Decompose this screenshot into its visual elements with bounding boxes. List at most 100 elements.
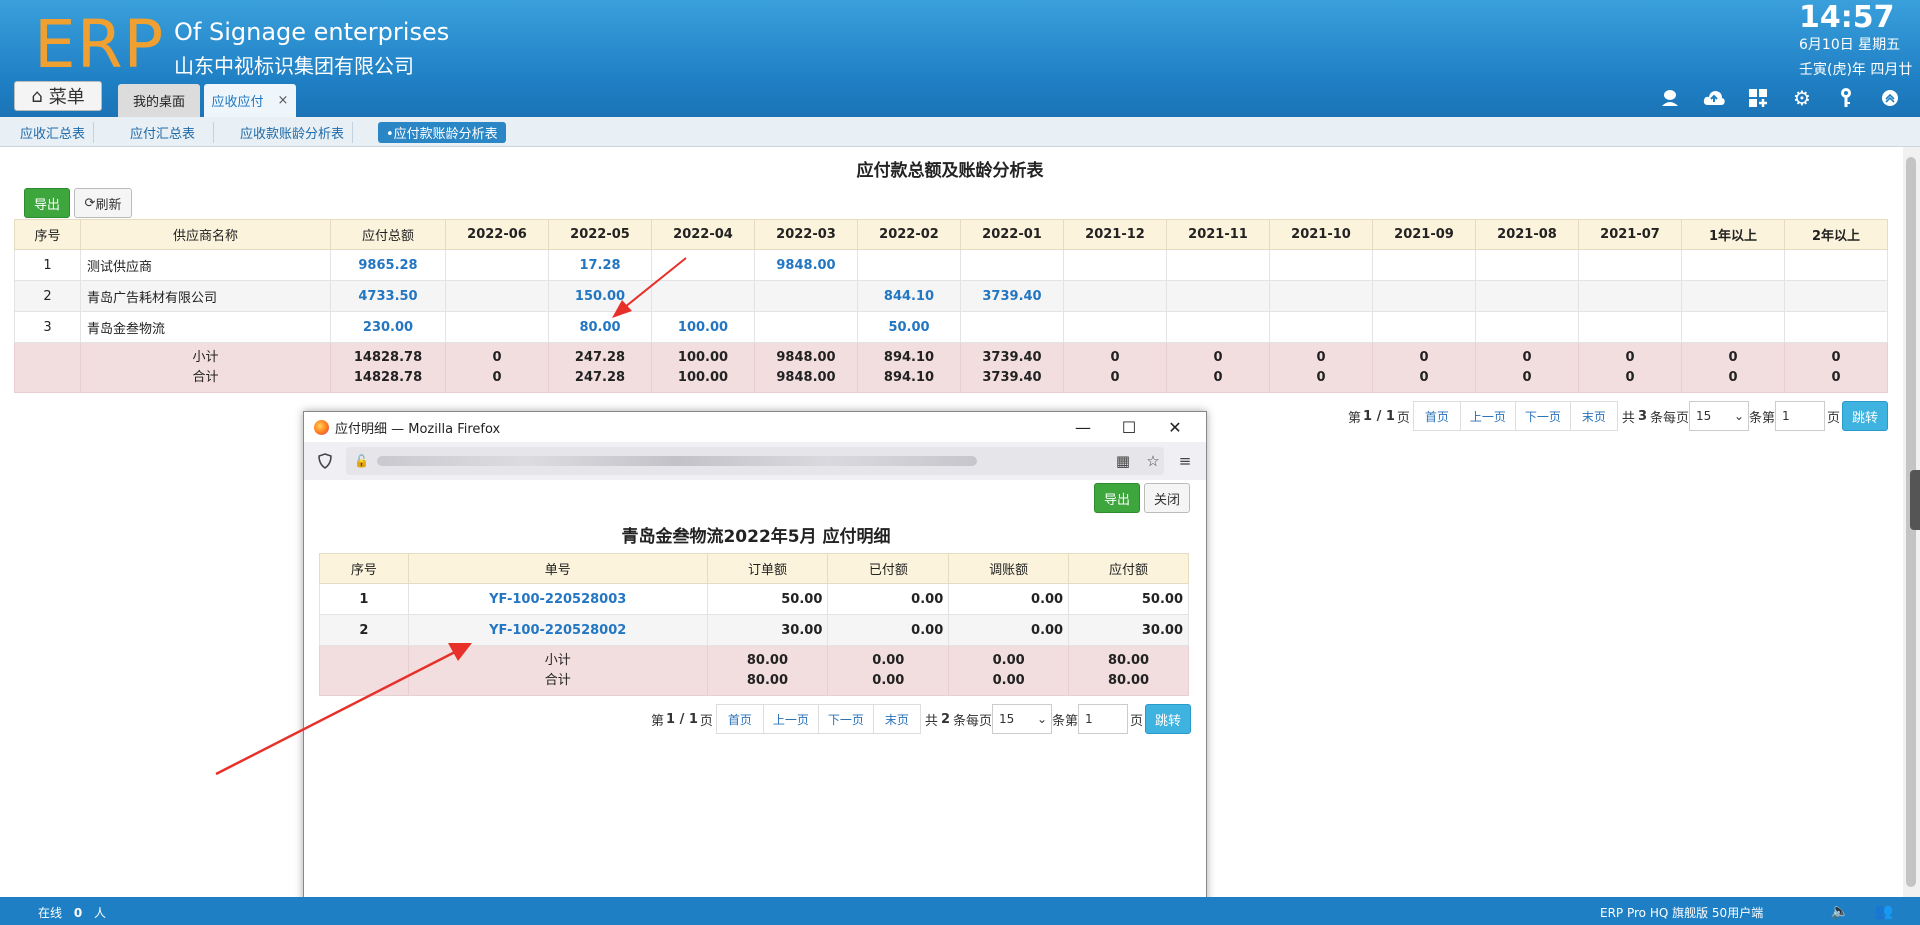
subtab-receivable-aging[interactable]: 应收款账龄分析表 [232,122,354,143]
column-header: 1年以上 [1681,219,1785,250]
column-header: 2021-12 [1063,219,1167,250]
amount-link[interactable]: 100.00 [651,311,755,343]
table-cell: 30.00 [706,614,829,646]
next-page-button[interactable]: 下一页 [1514,401,1571,431]
close-window-button[interactable]: ✕ [1152,414,1198,440]
subtab-receivable-summary[interactable]: 应收汇总表 [12,122,95,143]
address-field[interactable]: 🔓 ▦ ☆ [346,447,1164,475]
prev-page-button[interactable]: 上一页 [762,704,819,734]
tab-receivable-payable[interactable]: 应收应付 × [204,84,296,117]
menu-button[interactable]: ⌂ 菜单 [14,81,102,111]
collapse-icon[interactable] [1878,86,1902,110]
last-page-button[interactable]: 末页 [1569,401,1618,431]
page-size-value: 15 [1696,409,1712,423]
gear-icon[interactable]: ⚙ [1790,86,1814,110]
shield-icon[interactable] [314,450,336,472]
table-cell [651,249,755,281]
cloud-icon[interactable] [1702,86,1726,110]
total-value: 0 [1316,369,1326,385]
refresh-label: 刷新 [95,197,122,213]
summary-cell: 80.00 80.00 [1068,645,1189,696]
amount-link[interactable]: 3739.40 [960,280,1064,312]
popup-close-button[interactable]: 关闭 [1144,483,1190,513]
brand-name-en: Of Signage enterprises [174,18,450,46]
amount-link[interactable]: 80.00 [548,311,652,343]
page-size-value: 15 [999,712,1015,726]
table-cell [1063,311,1167,343]
key-icon[interactable] [1834,86,1858,110]
online-count: 0 [73,906,83,920]
side-handle[interactable] [1910,470,1920,530]
goto-page-input[interactable]: 1 [1078,704,1129,734]
table-cell [857,249,961,281]
subtotal-value: 0 [1110,349,1120,365]
record-count: 2 [940,711,950,727]
page-size-select[interactable]: 15 ⌄ [992,704,1052,734]
amount-link[interactable]: 9848.00 [754,249,858,281]
header-toolbar: ⚙ [1658,86,1902,110]
popup-titlebar: 应付明细 — Mozilla Firefox — ☐ ✕ [304,412,1206,442]
tab-my-desktop[interactable]: 我的桌面 [118,84,200,117]
column-header: 单号 [407,553,708,584]
total-value: 0 [1831,369,1841,385]
url-bar: 🔓 ▦ ☆ ≡ [304,442,1206,480]
first-page-button[interactable]: 首页 [1412,401,1461,431]
amount-link[interactable]: 50.00 [857,311,961,343]
amount-link[interactable]: 9865.28 [330,249,446,281]
hamburger-menu-icon[interactable]: ≡ [1174,450,1196,472]
pager-text: 页 [1827,410,1841,426]
speaker-icon[interactable]: 🔈 [1830,901,1850,921]
next-page-button[interactable]: 下一页 [817,704,874,734]
summary-cell: 894.10 894.10 [857,342,961,393]
goto-button[interactable]: 跳转 [1842,401,1889,431]
amount-link[interactable]: 17.28 [548,249,652,281]
prev-page-button[interactable]: 上一页 [1459,401,1516,431]
version-text: ERP Pro HQ 旗舰版 50用户端 [1600,906,1764,920]
total-value: 100.00 [677,369,729,385]
order-number-link[interactable]: YF-100-220528003 [407,583,708,615]
pager-text: 页 [1130,713,1144,729]
table-cell: 2 [319,614,409,646]
table-cell [1269,249,1373,281]
popup-pager: 第 1 / 1 页 首页 上一页 下一页 末页 共 2 条每页 15 ⌄ 条第 1… [651,704,1192,734]
supplier-name-cell: 青岛广告耗材有限公司 [80,280,331,312]
goto-page-input[interactable]: 1 [1775,401,1826,431]
minimize-button[interactable]: — [1060,414,1106,440]
popup-export-button[interactable]: 导出 [1094,483,1140,513]
column-header: 调账额 [948,553,1070,584]
total-value: 14828.78 [353,369,423,385]
user-icon[interactable] [1658,86,1682,110]
table-cell [1784,311,1888,343]
users-icon[interactable]: 👥 [1874,901,1894,921]
total-value: 894.10 [883,369,935,385]
qr-code-icon[interactable]: ▦ [1112,450,1134,472]
summary-cell: 00 [1475,342,1579,393]
close-icon[interactable]: × [278,93,289,108]
column-header: 序号 [319,553,409,584]
window-title: 应付明细 — Mozilla Firefox [335,421,501,437]
pager-text: 页 [1396,410,1410,426]
amount-link[interactable]: 230.00 [330,311,446,343]
first-page-button[interactable]: 首页 [715,704,764,734]
table-cell [1578,249,1682,281]
subtotal-value: 0.00 [872,652,905,668]
bookmark-star-icon[interactable]: ☆ [1142,450,1164,472]
pager-text: 条第 [1749,410,1776,426]
amount-link[interactable]: 4733.50 [330,280,446,312]
amount-link[interactable]: 150.00 [548,280,652,312]
grid-icon[interactable] [1746,86,1770,110]
maximize-button[interactable]: ☐ [1106,414,1152,440]
order-number-link[interactable]: YF-100-220528002 [407,614,708,646]
summary-cell: 00 [1578,342,1682,393]
refresh-button[interactable]: ⟳ 刷新 [74,188,132,218]
subtotal-value: 0.00 [992,652,1025,668]
export-button[interactable]: 导出 [24,188,70,218]
page-info: 1 / 1 [1363,408,1395,424]
column-header: 供应商名称 [80,219,331,250]
subtab-payable-aging[interactable]: •应付款账龄分析表 [378,122,506,143]
amount-link[interactable]: 844.10 [857,280,961,312]
page-size-select[interactable]: 15 ⌄ [1689,401,1749,431]
last-page-button[interactable]: 末页 [872,704,921,734]
goto-button[interactable]: 跳转 [1145,704,1192,734]
subtab-payable-summary[interactable]: 应付汇总表 [122,122,214,143]
